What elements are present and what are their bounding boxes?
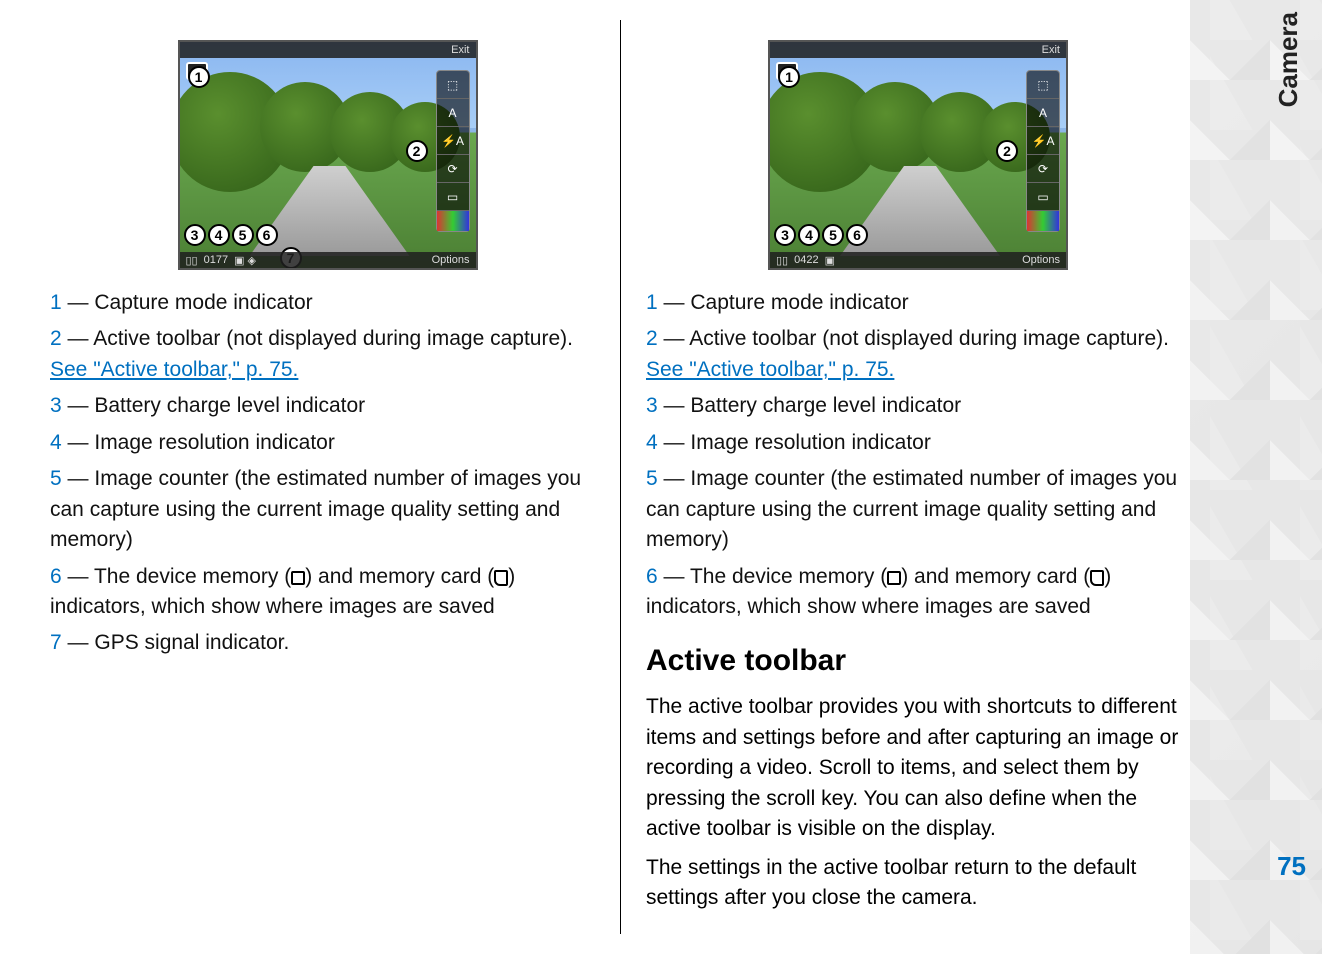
camera-screenshot-left: Exit ⬚ A ⚡A ⟳ ▭ 1 2 3 4 5 6 7 ▯▯0177▣ ◈ … bbox=[178, 40, 478, 270]
legend-item: 2 — Active toolbar (not displayed during… bbox=[646, 324, 1190, 385]
toolbar-item: ⬚ bbox=[437, 71, 469, 99]
toolbar-item: ⟳ bbox=[1027, 155, 1059, 183]
memory-card-icon bbox=[1090, 570, 1104, 586]
legend-item: 5 — Image counter (the estimated number … bbox=[50, 464, 605, 555]
active-toolbar: ⬚ A ⚡A ⟳ ▭ bbox=[1026, 70, 1060, 232]
legend-item: 5 — Image counter (the estimated number … bbox=[646, 464, 1190, 555]
callout-badge: 6 bbox=[846, 224, 868, 246]
sidebar: Camera 75 bbox=[1190, 0, 1322, 954]
toolbar-item: ⚡A bbox=[1027, 127, 1059, 155]
legend-item: 1 — Capture mode indicator bbox=[50, 288, 605, 318]
callout-badge: 2 bbox=[996, 140, 1018, 162]
left-column: Exit ⬚ A ⚡A ⟳ ▭ 1 2 3 4 5 6 7 ▯▯0177▣ ◈ … bbox=[50, 20, 620, 934]
image-counter: 0177 bbox=[204, 254, 228, 266]
toolbar-item: ▭ bbox=[1027, 183, 1059, 211]
right-column: Exit ⬚ A ⚡A ⟳ ▭ 1 2 3 4 5 6 ▯▯0422▣ Opti… bbox=[620, 20, 1190, 934]
image-counter: 0422 bbox=[794, 254, 818, 266]
screenshot-topbar: Exit bbox=[180, 42, 476, 58]
screenshot-topbar: Exit bbox=[770, 42, 1066, 58]
legend-item: 1 — Capture mode indicator bbox=[646, 288, 1190, 318]
toolbar-item: ⟳ bbox=[437, 155, 469, 183]
callout-badge: 5 bbox=[822, 224, 844, 246]
legend-item: 3 — Battery charge level indicator bbox=[646, 391, 1190, 421]
callout-badge: 3 bbox=[774, 224, 796, 246]
legend-item: 4 — Image resolution indicator bbox=[50, 428, 605, 458]
legend-item: 4 — Image resolution indicator bbox=[646, 428, 1190, 458]
options-label: Options bbox=[1022, 254, 1060, 266]
toolbar-item bbox=[437, 211, 469, 231]
section-heading: Active toolbar bbox=[646, 644, 1190, 678]
memory-card-icon bbox=[494, 570, 508, 586]
device-memory-icon bbox=[887, 571, 901, 585]
page-number: 75 bbox=[1277, 851, 1306, 882]
callout-badge: 6 bbox=[256, 224, 278, 246]
legend-item: 6 — The device memory () and memory card… bbox=[50, 562, 605, 623]
active-toolbar-link[interactable]: See "Active toolbar," p. 75. bbox=[646, 358, 894, 381]
callout-badge: 4 bbox=[798, 224, 820, 246]
options-label: Options bbox=[432, 254, 470, 266]
toolbar-item: ⬚ bbox=[1027, 71, 1059, 99]
active-toolbar-link[interactable]: See "Active toolbar," p. 75. bbox=[50, 358, 298, 381]
screenshot-bottombar: ▯▯0177▣ ◈ Options bbox=[180, 252, 476, 268]
active-toolbar: ⬚ A ⚡A ⟳ ▭ bbox=[436, 70, 470, 232]
exit-label: Exit bbox=[451, 44, 469, 56]
callout-badge: 1 bbox=[778, 66, 800, 88]
section-tab-label: Camera bbox=[1273, 12, 1304, 107]
callout-badge: 1 bbox=[188, 66, 210, 88]
legend-item: 6 — The device memory () and memory card… bbox=[646, 562, 1190, 623]
callout-badge: 4 bbox=[208, 224, 230, 246]
toolbar-item: A bbox=[1027, 99, 1059, 127]
section-paragraph: The active toolbar provides you with sho… bbox=[646, 692, 1190, 844]
device-memory-icon bbox=[291, 571, 305, 585]
manual-page: Exit ⬚ A ⚡A ⟳ ▭ 1 2 3 4 5 6 7 ▯▯0177▣ ◈ … bbox=[0, 0, 1190, 954]
screenshot-bottombar: ▯▯0422▣ Options bbox=[770, 252, 1066, 268]
toolbar-item bbox=[1027, 211, 1059, 231]
section-paragraph: The settings in the active toolbar retur… bbox=[646, 853, 1190, 914]
callout-badge: 5 bbox=[232, 224, 254, 246]
toolbar-item: ▭ bbox=[437, 183, 469, 211]
camera-screenshot-right: Exit ⬚ A ⚡A ⟳ ▭ 1 2 3 4 5 6 ▯▯0422▣ Opti… bbox=[768, 40, 1068, 270]
callout-badge: 2 bbox=[406, 140, 428, 162]
legend-item: 3 — Battery charge level indicator bbox=[50, 391, 605, 421]
callout-badge: 3 bbox=[184, 224, 206, 246]
toolbar-item: A bbox=[437, 99, 469, 127]
toolbar-item: ⚡A bbox=[437, 127, 469, 155]
exit-label: Exit bbox=[1042, 44, 1060, 56]
legend-item: 2 — Active toolbar (not displayed during… bbox=[50, 324, 605, 385]
legend-item: 7 — GPS signal indicator. bbox=[50, 628, 605, 658]
